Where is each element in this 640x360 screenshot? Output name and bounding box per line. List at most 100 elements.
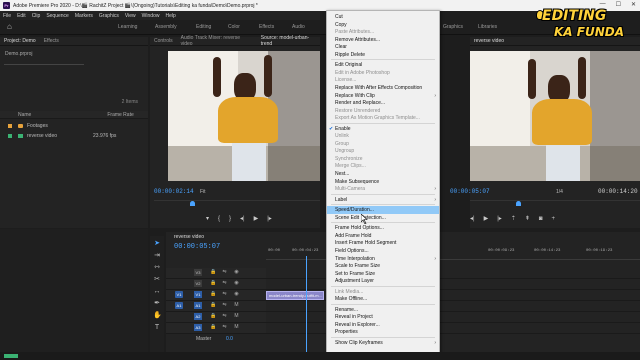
master-volume-value[interactable]: 0.0 <box>226 336 233 342</box>
tab-effects[interactable]: Effects <box>44 38 59 44</box>
workspace-graphics[interactable]: Graphics <box>443 24 463 30</box>
slip-tool-icon[interactable]: ↔ <box>153 288 161 296</box>
track-select-tool-icon[interactable]: ⇥ <box>153 252 161 260</box>
project-item-footages[interactable]: Footages <box>0 121 148 131</box>
track-target-v2[interactable]: V2 <box>194 280 202 287</box>
track-target-v3[interactable]: V3 <box>194 269 202 276</box>
track-target-v1[interactable]: V1 <box>194 291 202 298</box>
menu-edit[interactable]: Edit <box>17 13 26 19</box>
source-playhead[interactable] <box>190 201 195 206</box>
source-time-ruler[interactable] <box>154 200 320 208</box>
menu-item-ripple-delete[interactable]: Ripple Delete <box>327 51 439 59</box>
column-name[interactable]: Name <box>18 112 31 118</box>
tab-audio-track-mixer[interactable]: Audio Track Mixer: reverse video <box>181 35 253 47</box>
minimize-button[interactable]: — <box>600 1 606 8</box>
play-icon[interactable]: ▶ <box>254 215 259 222</box>
column-frame-rate[interactable]: Frame Rate <box>107 112 133 118</box>
eye-icon[interactable]: ◉ <box>234 281 239 286</box>
source-fit-dropdown[interactable]: Fit <box>200 189 206 195</box>
close-button[interactable]: ✕ <box>631 1 636 8</box>
menu-item-make-offline[interactable]: Make Offline... <box>327 295 439 303</box>
workspace-color[interactable]: Color <box>228 24 240 30</box>
mute-icon[interactable]: M <box>234 325 239 330</box>
source-video-frame[interactable] <box>168 51 320 181</box>
tab-source[interactable]: Source: model-urban-trend <box>261 35 320 47</box>
workspace-assembly[interactable]: Assembly <box>155 24 177 30</box>
razor-tool-icon[interactable]: ✂ <box>153 276 161 284</box>
lock-icon[interactable]: 🔒 <box>210 303 216 308</box>
program-video-frame[interactable] <box>470 51 640 181</box>
sync-lock-icon[interactable]: ⇋ <box>222 325 227 330</box>
menu-window[interactable]: Window <box>142 13 160 19</box>
track-target-a2[interactable]: A2 <box>194 313 202 320</box>
home-icon[interactable]: ⌂ <box>7 23 15 31</box>
menu-view[interactable]: View <box>125 13 136 19</box>
timeline-playhead[interactable] <box>306 256 307 352</box>
play-icon[interactable]: ▶ <box>484 215 489 222</box>
workspace-effects[interactable]: Effects <box>259 24 274 30</box>
step-back-icon[interactable]: ◂| <box>470 215 475 222</box>
hand-tool-icon[interactable]: ✋ <box>153 312 162 320</box>
step-forward-icon[interactable]: |▸ <box>267 215 272 222</box>
track-target-a3[interactable]: A3 <box>194 324 202 331</box>
sync-lock-icon[interactable]: ⇋ <box>222 281 227 286</box>
menu-item-adjustment-layer[interactable]: Adjustment Layer <box>327 277 439 285</box>
ripple-edit-tool-icon[interactable]: ⇿ <box>153 264 161 272</box>
type-tool-icon[interactable]: T <box>153 324 161 332</box>
lock-icon[interactable]: 🔒 <box>210 292 216 297</box>
mute-icon[interactable]: M <box>234 303 239 308</box>
project-item-reverse-video[interactable]: reverse video 23.976 fps <box>0 131 148 141</box>
menu-file[interactable]: File <box>3 13 11 19</box>
menu-graphics[interactable]: Graphics <box>99 13 119 19</box>
selection-tool-icon[interactable]: ➤ <box>153 240 161 248</box>
mark-in-icon[interactable]: { <box>218 216 220 222</box>
tab-program[interactable]: reverse video <box>474 38 504 44</box>
workspace-learning[interactable]: Learning <box>118 24 137 30</box>
sync-lock-icon[interactable]: ⇋ <box>222 270 227 275</box>
sync-lock-icon[interactable]: ⇋ <box>222 314 227 319</box>
workspace-libraries[interactable]: Libraries <box>478 24 497 30</box>
lock-icon[interactable]: 🔒 <box>210 270 216 275</box>
workspace-editing[interactable]: Editing <box>196 24 211 30</box>
mute-icon[interactable]: M <box>234 314 239 319</box>
maximize-button[interactable]: ☐ <box>616 1 621 8</box>
timeline-timecode[interactable]: 00:00:05:07 <box>174 243 220 251</box>
menu-item-show-clip-keyframes[interactable]: Show Clip Keyframes › <box>327 339 439 347</box>
lock-icon[interactable]: 🔒 <box>210 281 216 286</box>
source-patch-v1[interactable]: V1 <box>175 291 183 298</box>
eye-icon[interactable]: ◉ <box>234 270 239 275</box>
lock-icon[interactable]: 🔒 <box>210 325 216 330</box>
sync-lock-icon[interactable]: ⇋ <box>222 303 227 308</box>
sync-lock-icon[interactable]: ⇋ <box>222 292 227 297</box>
timeline-ruler[interactable] <box>266 256 640 260</box>
mark-out-icon[interactable]: } <box>229 216 231 222</box>
menu-markers[interactable]: Markers <box>75 13 93 19</box>
menu-item-scene-edit-detection[interactable]: Scene Edit Detection... <box>327 214 439 222</box>
step-forward-icon[interactable]: |▸ <box>497 215 502 222</box>
program-playhead[interactable] <box>516 201 521 206</box>
video-clip[interactable]: model-urban-trendy-outfit-m... <box>266 291 324 300</box>
menu-item-properties[interactable]: Properties <box>327 328 439 336</box>
menu-help[interactable]: Help <box>165 13 175 19</box>
source-timecode[interactable]: 00:00:02:14 <box>154 188 194 195</box>
program-timecode[interactable]: 00:00:05:07 <box>450 188 490 195</box>
project-search-input[interactable] <box>4 58 84 65</box>
workspace-audio[interactable]: Audio <box>292 24 305 30</box>
menu-clip[interactable]: Clip <box>32 13 41 19</box>
menu-sequence[interactable]: Sequence <box>46 13 69 19</box>
source-patch-a1[interactable]: A1 <box>175 302 183 309</box>
lift-icon[interactable]: ⇡ <box>511 215 516 222</box>
program-resolution-fraction[interactable]: 1/4 <box>556 189 563 195</box>
menu-item-label[interactable]: Label › <box>327 196 439 204</box>
extract-icon[interactable]: ⇞ <box>525 215 530 222</box>
eye-icon[interactable]: ◉ <box>234 292 239 297</box>
track-target-a1[interactable]: A1 <box>194 302 202 309</box>
add-button-icon[interactable]: + <box>551 216 555 222</box>
timeline-sequence-tab[interactable]: reverse video <box>174 234 204 240</box>
lock-icon[interactable]: 🔒 <box>210 314 216 319</box>
program-time-ruler[interactable] <box>470 200 640 208</box>
pen-tool-icon[interactable]: ✒ <box>153 300 161 308</box>
tab-project[interactable]: Project: Demo <box>4 38 36 44</box>
tab-effect-controls[interactable]: Controls <box>154 38 173 44</box>
export-frame-icon[interactable]: ◙ <box>539 216 543 222</box>
